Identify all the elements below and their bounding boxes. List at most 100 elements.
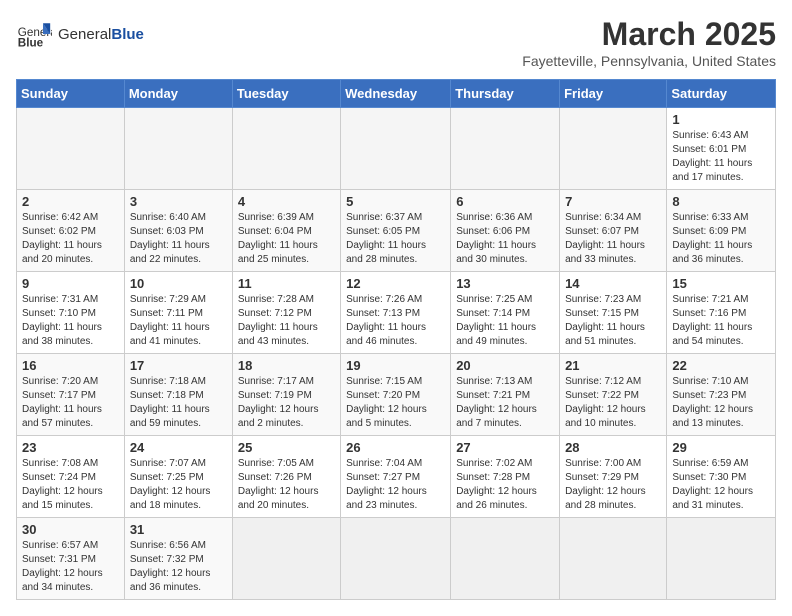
day-info: Sunrise: 6:56 AM Sunset: 7:32 PM Dayligh… [130,539,227,595]
day-info: Sunrise: 7:05 AM Sunset: 7:26 PM Dayligh… [238,457,335,513]
calendar-cell [667,518,776,600]
calendar-cell [17,108,125,190]
day-info: Sunrise: 7:10 AM Sunset: 7:23 PM Dayligh… [672,375,770,431]
day-info: Sunrise: 6:37 AM Sunset: 6:05 PM Dayligh… [346,211,445,267]
day-number: 13 [456,276,554,291]
calendar-cell: 11 Sunrise: 7:28 AM Sunset: 7:12 PM Dayli… [232,272,340,354]
day-number: 17 [130,358,227,373]
calendar-cell: 29 Sunrise: 6:59 AM Sunset: 7:30 PM Dayli… [667,436,776,518]
calendar-cell: 9Sunrise: 7:31 AM Sunset: 7:10 PM Daylig… [17,272,125,354]
day-number: 6 [456,194,554,209]
day-info: Sunrise: 7:23 AM Sunset: 7:15 PM Dayligh… [565,293,661,349]
calendar-cell: 17 Sunrise: 7:18 AM Sunset: 7:18 PM Dayli… [124,354,232,436]
day-info: Sunrise: 7:28 AM Sunset: 7:12 PM Dayligh… [238,293,335,349]
calendar-cell: 1 Sunrise: 6:43 AM Sunset: 6:01 PM Daylig… [667,108,776,190]
day-number: 9 [22,276,119,291]
day-of-week-header: Friday [560,80,667,108]
calendar-cell [560,518,667,600]
day-of-week-header: Sunday [17,80,125,108]
day-number: 19 [346,358,445,373]
day-info: Sunrise: 7:00 AM Sunset: 7:29 PM Dayligh… [565,457,661,513]
calendar-cell: 12Sunrise: 7:26 AM Sunset: 7:13 PM Dayli… [341,272,451,354]
calendar-cell: 10Sunrise: 7:29 AM Sunset: 7:11 PM Dayli… [124,272,232,354]
day-info: Sunrise: 6:39 AM Sunset: 6:04 PM Dayligh… [238,211,335,267]
day-number: 25 [238,440,335,455]
day-info: Sunrise: 7:20 AM Sunset: 7:17 PM Dayligh… [22,375,119,431]
logo-text: GeneralBlue [58,26,144,43]
calendar-cell: 8 Sunrise: 6:33 AM Sunset: 6:09 PM Daylig… [667,190,776,272]
day-info: Sunrise: 7:02 AM Sunset: 7:28 PM Dayligh… [456,457,554,513]
calendar-cell: 13Sunrise: 7:25 AM Sunset: 7:14 PM Dayli… [451,272,560,354]
calendar-cell [232,518,340,600]
calendar-cell: 26 Sunrise: 7:04 AM Sunset: 7:27 PM Dayli… [341,436,451,518]
calendar-cell: 18 Sunrise: 7:17 AM Sunset: 7:19 PM Dayli… [232,354,340,436]
calendar-header-row: SundayMondayTuesdayWednesdayThursdayFrid… [17,80,776,108]
day-number: 1 [672,112,770,127]
day-number: 18 [238,358,335,373]
day-of-week-header: Thursday [451,80,560,108]
day-number: 3 [130,194,227,209]
calendar-cell: 25 Sunrise: 7:05 AM Sunset: 7:26 PM Dayli… [232,436,340,518]
calendar-cell: 24 Sunrise: 7:07 AM Sunset: 7:25 PM Dayli… [124,436,232,518]
day-number: 28 [565,440,661,455]
day-info: Sunrise: 7:12 AM Sunset: 7:22 PM Dayligh… [565,375,661,431]
day-number: 11 [238,276,335,291]
day-number: 21 [565,358,661,373]
day-number: 12 [346,276,445,291]
calendar-cell: 23Sunrise: 7:08 AM Sunset: 7:24 PM Dayli… [17,436,125,518]
day-info: Sunrise: 6:33 AM Sunset: 6:09 PM Dayligh… [672,211,770,267]
day-info: Sunrise: 7:17 AM Sunset: 7:19 PM Dayligh… [238,375,335,431]
calendar-cell: 22Sunrise: 7:10 AM Sunset: 7:23 PM Dayli… [667,354,776,436]
day-info: Sunrise: 7:07 AM Sunset: 7:25 PM Dayligh… [130,457,227,513]
day-of-week-header: Wednesday [341,80,451,108]
calendar-cell [341,518,451,600]
calendar-cell [451,108,560,190]
day-info: Sunrise: 6:36 AM Sunset: 6:06 PM Dayligh… [456,211,554,267]
day-info: Sunrise: 7:21 AM Sunset: 7:16 PM Dayligh… [672,293,770,349]
calendar-cell: 16Sunrise: 7:20 AM Sunset: 7:17 PM Dayli… [17,354,125,436]
day-number: 31 [130,522,227,537]
calendar-cell [341,108,451,190]
calendar-cell: 21 Sunrise: 7:12 AM Sunset: 7:22 PM Dayli… [560,354,667,436]
day-number: 27 [456,440,554,455]
calendar-cell: 30 Sunrise: 6:57 AM Sunset: 7:31 PM Dayli… [17,518,125,600]
calendar-cell: 2 Sunrise: 6:42 AM Sunset: 6:02 PM Daylig… [17,190,125,272]
day-number: 24 [130,440,227,455]
calendar-cell: 6 Sunrise: 6:36 AM Sunset: 6:06 PM Daylig… [451,190,560,272]
calendar-cell: 31 Sunrise: 6:56 AM Sunset: 7:32 PM Dayli… [124,518,232,600]
day-info: Sunrise: 6:42 AM Sunset: 6:02 PM Dayligh… [22,211,119,267]
calendar-cell: 15 Sunrise: 7:21 AM Sunset: 7:16 PM Dayli… [667,272,776,354]
day-number: 26 [346,440,445,455]
day-number: 30 [22,522,119,537]
day-info: Sunrise: 6:40 AM Sunset: 6:03 PM Dayligh… [130,211,227,267]
calendar-week-row: 30 Sunrise: 6:57 AM Sunset: 7:31 PM Dayli… [17,518,776,600]
day-info: Sunrise: 7:29 AM Sunset: 7:11 PM Dayligh… [130,293,227,349]
day-number: 29 [672,440,770,455]
day-of-week-header: Tuesday [232,80,340,108]
calendar-cell [232,108,340,190]
day-info: Sunrise: 6:43 AM Sunset: 6:01 PM Dayligh… [672,129,770,185]
calendar-cell: 7Sunrise: 6:34 AM Sunset: 6:07 PM Daylig… [560,190,667,272]
calendar-week-row: 1 Sunrise: 6:43 AM Sunset: 6:01 PM Daylig… [17,108,776,190]
day-number: 15 [672,276,770,291]
calendar-cell [124,108,232,190]
page-header: General Blue GeneralBlue March 2025 Faye… [16,16,776,69]
day-number: 2 [22,194,119,209]
calendar-cell: 28 Sunrise: 7:00 AM Sunset: 7:29 PM Dayli… [560,436,667,518]
day-info: Sunrise: 7:04 AM Sunset: 7:27 PM Dayligh… [346,457,445,513]
calendar-week-row: 2 Sunrise: 6:42 AM Sunset: 6:02 PM Daylig… [17,190,776,272]
logo: General Blue GeneralBlue [16,16,144,52]
day-info: Sunrise: 7:18 AM Sunset: 7:18 PM Dayligh… [130,375,227,431]
day-of-week-header: Monday [124,80,232,108]
day-info: Sunrise: 6:59 AM Sunset: 7:30 PM Dayligh… [672,457,770,513]
day-number: 14 [565,276,661,291]
calendar-cell: 14 Sunrise: 7:23 AM Sunset: 7:15 PM Dayli… [560,272,667,354]
calendar-cell [451,518,560,600]
title-block: March 2025 Fayetteville, Pennsylvania, U… [522,16,776,69]
day-number: 8 [672,194,770,209]
calendar-cell: 5Sunrise: 6:37 AM Sunset: 6:05 PM Daylig… [341,190,451,272]
day-info: Sunrise: 6:57 AM Sunset: 7:31 PM Dayligh… [22,539,119,595]
day-of-week-header: Saturday [667,80,776,108]
calendar-week-row: 23Sunrise: 7:08 AM Sunset: 7:24 PM Dayli… [17,436,776,518]
day-number: 7 [565,194,661,209]
